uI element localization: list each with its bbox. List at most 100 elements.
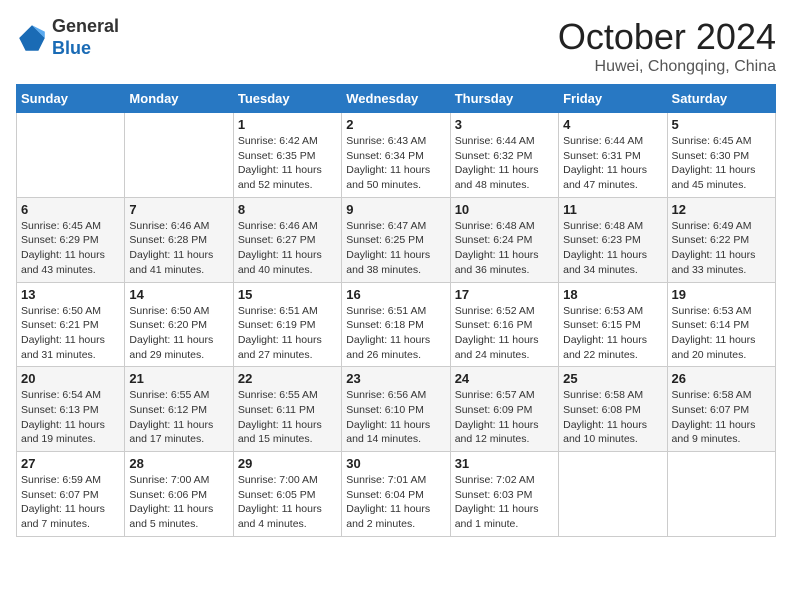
calendar-cell: 4Sunrise: 6:44 AMSunset: 6:31 PMDaylight… — [559, 113, 667, 198]
day-number: 10 — [455, 202, 554, 217]
day-number: 26 — [672, 371, 771, 386]
day-info: Sunrise: 6:52 AMSunset: 6:16 PMDaylight:… — [455, 304, 554, 363]
day-number: 12 — [672, 202, 771, 217]
calendar-cell: 25Sunrise: 6:58 AMSunset: 6:08 PMDayligh… — [559, 367, 667, 452]
calendar-cell: 19 Sunrise: 6:53 AMSunset: 6:14 PMDayligh… — [667, 282, 775, 367]
day-number: 20 — [21, 371, 120, 386]
calendar-cell — [125, 113, 233, 198]
calendar-cell: 1 Sunrise: 6:42 AMSunset: 6:35 PMDaylight… — [233, 113, 341, 198]
calendar-cell: 18 Sunrise: 6:53 AMSunset: 6:15 PMDayligh… — [559, 282, 667, 367]
title-block: October 2024 Huwei, Chongqing, China — [558, 16, 776, 76]
calendar-cell: 8 Sunrise: 6:46 AMSunset: 6:27 PMDaylight… — [233, 197, 341, 282]
calendar-cell: 12 Sunrise: 6:49 AMSunset: 6:22 PMDayligh… — [667, 197, 775, 282]
calendar-cell: 28 Sunrise: 7:00 AMSunset: 6:06 PMDayligh… — [125, 452, 233, 537]
day-number: 19 — [672, 287, 771, 302]
calendar-cell: 17 Sunrise: 6:52 AMSunset: 6:16 PMDayligh… — [450, 282, 558, 367]
day-number: 27 — [21, 456, 120, 471]
calendar-week-row: 6 Sunrise: 6:45 AMSunset: 6:29 PMDaylight… — [17, 197, 776, 282]
day-number: 21 — [129, 371, 228, 386]
calendar-cell: 24Sunrise: 6:57 AMSunset: 6:09 PMDayligh… — [450, 367, 558, 452]
day-info: Sunrise: 6:56 AMSunset: 6:10 PMDaylight:… — [346, 388, 445, 447]
day-number: 8 — [238, 202, 337, 217]
calendar-cell: 26 Sunrise: 6:58 AMSunset: 6:07 PMDayligh… — [667, 367, 775, 452]
day-number: 2 — [346, 117, 445, 132]
calendar-week-row: 27 Sunrise: 6:59 AMSunset: 6:07 PMDayligh… — [17, 452, 776, 537]
day-number: 23 — [346, 371, 445, 386]
day-info: Sunrise: 6:47 AMSunset: 6:25 PMDaylight:… — [346, 219, 445, 278]
calendar-cell: 31 Sunrise: 7:02 AMSunset: 6:03 PMDayligh… — [450, 452, 558, 537]
day-info: Sunrise: 6:53 AMSunset: 6:15 PMDaylight:… — [563, 304, 662, 363]
day-number: 1 — [238, 117, 337, 132]
day-info: Sunrise: 6:53 AMSunset: 6:14 PMDaylight:… — [672, 304, 771, 363]
calendar-cell — [667, 452, 775, 537]
calendar-cell: 29 Sunrise: 7:00 AMSunset: 6:05 PMDayligh… — [233, 452, 341, 537]
calendar-cell: 14Sunrise: 6:50 AMSunset: 6:20 PMDayligh… — [125, 282, 233, 367]
calendar-cell: 22Sunrise: 6:55 AMSunset: 6:11 PMDayligh… — [233, 367, 341, 452]
calendar-cell: 11Sunrise: 6:48 AMSunset: 6:23 PMDayligh… — [559, 197, 667, 282]
calendar-header-row: SundayMondayTuesdayWednesdayThursdayFrid… — [17, 85, 776, 113]
day-info: Sunrise: 7:02 AMSunset: 6:03 PMDaylight:… — [455, 473, 554, 532]
day-info: Sunrise: 7:01 AMSunset: 6:04 PMDaylight:… — [346, 473, 445, 532]
calendar-cell: 9 Sunrise: 6:47 AMSunset: 6:25 PMDaylight… — [342, 197, 450, 282]
day-info: Sunrise: 6:42 AMSunset: 6:35 PMDaylight:… — [238, 134, 337, 193]
day-number: 3 — [455, 117, 554, 132]
day-info: Sunrise: 6:46 AMSunset: 6:27 PMDaylight:… — [238, 219, 337, 278]
calendar-cell: 23 Sunrise: 6:56 AMSunset: 6:10 PMDayligh… — [342, 367, 450, 452]
day-info: Sunrise: 6:46 AMSunset: 6:28 PMDaylight:… — [129, 219, 228, 278]
day-number: 16 — [346, 287, 445, 302]
calendar-cell: 21Sunrise: 6:55 AMSunset: 6:12 PMDayligh… — [125, 367, 233, 452]
calendar-cell: 15 Sunrise: 6:51 AMSunset: 6:19 PMDayligh… — [233, 282, 341, 367]
day-number: 7 — [129, 202, 228, 217]
day-info: Sunrise: 6:54 AMSunset: 6:13 PMDaylight:… — [21, 388, 120, 447]
calendar-cell: 13Sunrise: 6:50 AMSunset: 6:21 PMDayligh… — [17, 282, 125, 367]
day-info: Sunrise: 6:57 AMSunset: 6:09 PMDaylight:… — [455, 388, 554, 447]
day-number: 28 — [129, 456, 228, 471]
calendar-week-row: 20 Sunrise: 6:54 AMSunset: 6:13 PMDayligh… — [17, 367, 776, 452]
calendar-cell — [17, 113, 125, 198]
day-number: 5 — [672, 117, 771, 132]
logo-general-text: General — [52, 16, 119, 36]
day-info: Sunrise: 6:51 AMSunset: 6:19 PMDaylight:… — [238, 304, 337, 363]
column-header-monday: Monday — [125, 85, 233, 113]
column-header-wednesday: Wednesday — [342, 85, 450, 113]
page-header: General Blue October 2024 Huwei, Chongqi… — [16, 16, 776, 76]
calendar-cell: 20 Sunrise: 6:54 AMSunset: 6:13 PMDayligh… — [17, 367, 125, 452]
day-info: Sunrise: 6:45 AMSunset: 6:30 PMDaylight:… — [672, 134, 771, 193]
day-info: Sunrise: 6:50 AMSunset: 6:20 PMDaylight:… — [129, 304, 228, 363]
day-info: Sunrise: 6:44 AMSunset: 6:32 PMDaylight:… — [455, 134, 554, 193]
calendar-week-row: 13Sunrise: 6:50 AMSunset: 6:21 PMDayligh… — [17, 282, 776, 367]
column-header-thursday: Thursday — [450, 85, 558, 113]
calendar-week-row: 1 Sunrise: 6:42 AMSunset: 6:35 PMDaylight… — [17, 113, 776, 198]
calendar-table: SundayMondayTuesdayWednesdayThursdayFrid… — [16, 84, 776, 537]
day-number: 11 — [563, 202, 662, 217]
calendar-cell: 3 Sunrise: 6:44 AMSunset: 6:32 PMDaylight… — [450, 113, 558, 198]
day-info: Sunrise: 6:49 AMSunset: 6:22 PMDaylight:… — [672, 219, 771, 278]
column-header-saturday: Saturday — [667, 85, 775, 113]
day-number: 31 — [455, 456, 554, 471]
calendar-cell: 27 Sunrise: 6:59 AMSunset: 6:07 PMDayligh… — [17, 452, 125, 537]
day-info: Sunrise: 6:44 AMSunset: 6:31 PMDaylight:… — [563, 134, 662, 193]
day-number: 29 — [238, 456, 337, 471]
logo-icon — [16, 22, 48, 54]
day-info: Sunrise: 6:58 AMSunset: 6:07 PMDaylight:… — [672, 388, 771, 447]
calendar-cell: 2Sunrise: 6:43 AMSunset: 6:34 PMDaylight… — [342, 113, 450, 198]
day-number: 25 — [563, 371, 662, 386]
calendar-cell — [559, 452, 667, 537]
day-number: 15 — [238, 287, 337, 302]
day-number: 18 — [563, 287, 662, 302]
day-number: 30 — [346, 456, 445, 471]
calendar-cell: 16 Sunrise: 6:51 AMSunset: 6:18 PMDayligh… — [342, 282, 450, 367]
day-number: 6 — [21, 202, 120, 217]
month-title: October 2024 — [558, 16, 776, 58]
calendar-cell: 6 Sunrise: 6:45 AMSunset: 6:29 PMDaylight… — [17, 197, 125, 282]
day-number: 17 — [455, 287, 554, 302]
day-info: Sunrise: 6:50 AMSunset: 6:21 PMDaylight:… — [21, 304, 120, 363]
day-info: Sunrise: 6:55 AMSunset: 6:11 PMDaylight:… — [238, 388, 337, 447]
day-number: 9 — [346, 202, 445, 217]
day-info: Sunrise: 7:00 AMSunset: 6:06 PMDaylight:… — [129, 473, 228, 532]
day-info: Sunrise: 6:51 AMSunset: 6:18 PMDaylight:… — [346, 304, 445, 363]
column-header-tuesday: Tuesday — [233, 85, 341, 113]
day-info: Sunrise: 6:59 AMSunset: 6:07 PMDaylight:… — [21, 473, 120, 532]
day-info: Sunrise: 6:45 AMSunset: 6:29 PMDaylight:… — [21, 219, 120, 278]
day-info: Sunrise: 7:00 AMSunset: 6:05 PMDaylight:… — [238, 473, 337, 532]
